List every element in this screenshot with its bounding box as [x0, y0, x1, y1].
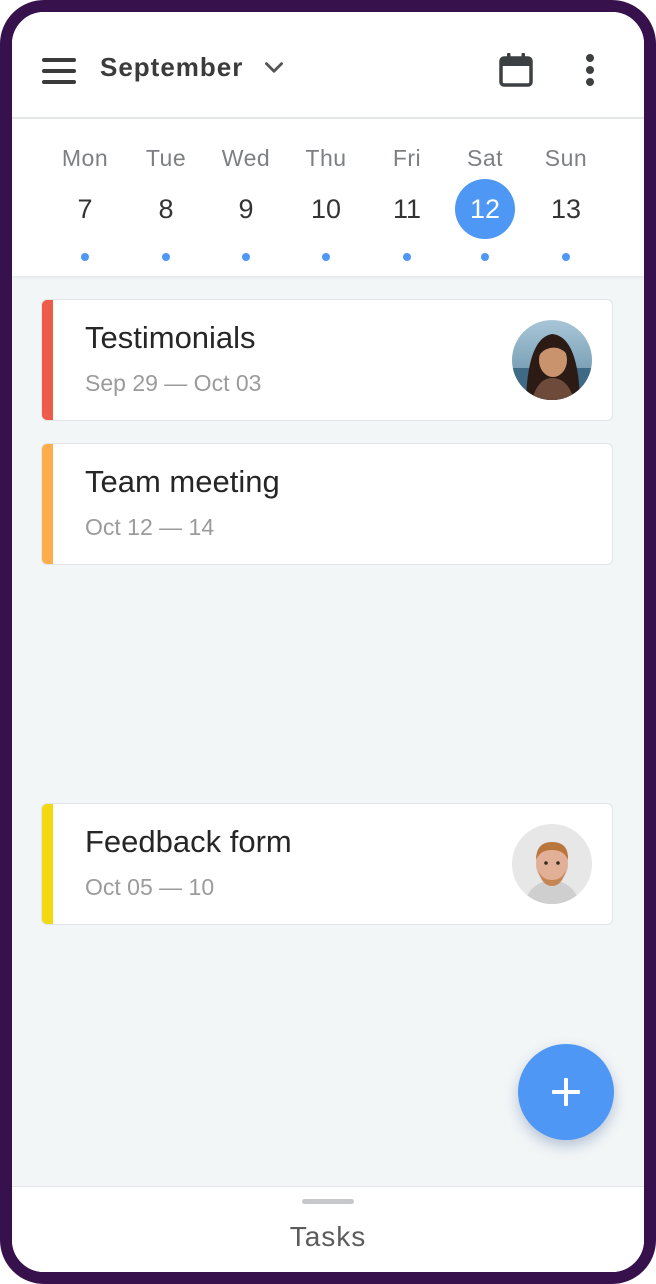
task-title: Testimonials — [85, 320, 256, 355]
day-name: Thu — [305, 145, 347, 171]
menu-icon[interactable] — [42, 58, 76, 84]
day-number: 7 — [77, 194, 93, 224]
day-name: Sun — [544, 145, 588, 171]
add-task-button[interactable] — [518, 1044, 614, 1140]
task-dates: Oct 12 — 14 — [85, 514, 215, 540]
event-dot — [562, 253, 570, 261]
task-card-team-meeting[interactable]: Team meeting Oct 12 — 14 — [41, 443, 613, 565]
chevron-down-icon — [265, 61, 284, 73]
task-title: Team meeting — [85, 464, 280, 499]
week-strip: Mon 7 Tue 8 Wed 9 Thu 10 Fri 11 Sat 12 Sun 13 — [12, 119, 644, 276]
day-number: 8 — [158, 194, 174, 224]
woman-avatar[interactable] — [512, 320, 592, 400]
day-name: Sat — [466, 145, 504, 171]
task-card-feedback-form[interactable]: Feedback form Oct 05 — 10 — [41, 803, 613, 925]
plus-icon — [552, 1078, 580, 1106]
task-title: Feedback form — [85, 824, 292, 859]
day-name: Fri — [392, 145, 422, 171]
day-number: 9 — [238, 194, 254, 224]
man-avatar[interactable] — [512, 824, 592, 904]
device-frame: September Mon 7 Tue 8 Wed 9 Thu 10 Fri 11 Sat 12 Sun… — [0, 0, 656, 1284]
task-color-bar — [42, 444, 53, 564]
day-name: Tue — [145, 145, 187, 171]
event-dot — [403, 253, 411, 261]
event-dot — [322, 253, 330, 261]
event-dot — [81, 253, 89, 261]
task-dates: Oct 05 — 10 — [85, 874, 215, 900]
calendar-icon[interactable] — [498, 52, 534, 88]
day-name: Wed — [221, 145, 271, 171]
event-dot — [481, 253, 489, 261]
day-number: 13 — [550, 194, 582, 224]
tasks-tab[interactable]: Tasks — [12, 1221, 644, 1253]
app-screen: September Mon 7 Tue 8 Wed 9 Thu 10 Fri 11 Sat 12 Sun… — [12, 12, 644, 1272]
bottom-sheet: Tasks — [12, 1186, 644, 1272]
task-dates: Sep 29 — Oct 03 — [85, 370, 262, 396]
drag-handle[interactable] — [302, 1199, 354, 1204]
task-card-testimonials[interactable]: Testimonials Sep 29 — Oct 03 — [41, 299, 613, 421]
day-number: 10 — [310, 194, 342, 224]
day-number: 11 — [392, 194, 422, 224]
day-name: Mon — [61, 145, 109, 171]
event-dot — [162, 253, 170, 261]
month-selector[interactable]: September — [100, 52, 287, 83]
top-app-bar: September — [12, 12, 644, 119]
more-vertical-icon[interactable] — [578, 50, 602, 90]
task-color-bar — [42, 804, 53, 924]
event-dot — [242, 253, 250, 261]
day-number: 12 — [455, 179, 515, 239]
task-color-bar — [42, 300, 53, 420]
month-label: September — [100, 52, 244, 82]
